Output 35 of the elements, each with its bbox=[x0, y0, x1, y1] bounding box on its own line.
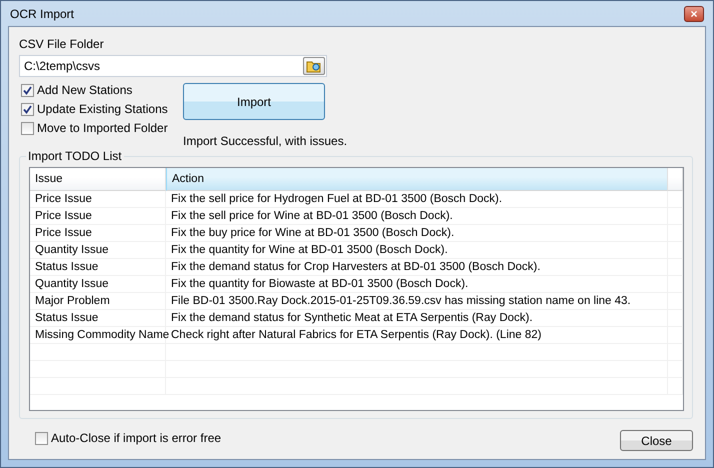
status-text: Import Successful, with issues. bbox=[183, 134, 348, 148]
folder-label: CSV File Folder bbox=[19, 37, 105, 51]
browse-button[interactable] bbox=[303, 57, 325, 75]
folder-field[interactable]: C:\2temp\csvs bbox=[19, 55, 327, 77]
checkbox-label: Update Existing Stations bbox=[37, 102, 168, 116]
table-cell: Price Issue bbox=[30, 225, 166, 242]
checkbox[interactable] bbox=[21, 84, 34, 96]
table-cell: Fix the sell price for Wine at BD-01 3500 (Bosch Dock). bbox=[166, 208, 668, 225]
table-cell: Status Issue bbox=[30, 259, 166, 276]
table-cell: Quantity Issue bbox=[30, 276, 166, 293]
close-button[interactable]: Close bbox=[620, 430, 693, 451]
table-cell: Price Issue bbox=[30, 208, 166, 225]
table-cell: Fix the buy price for Wine at BD-01 3500 (Bosch Dock). bbox=[166, 225, 668, 242]
checkbox[interactable] bbox=[21, 102, 34, 116]
table-cell: Fix the quantity for Biowaste at BD-01 3500 (Bosch Dock). bbox=[166, 276, 668, 293]
column-header[interactable]: Issue bbox=[30, 168, 166, 191]
window-title: OCR Import bbox=[9, 6, 74, 20]
checkbox-label: Add New Stations bbox=[37, 83, 132, 97]
table-cell: Price Issue bbox=[30, 191, 166, 208]
group-title: Import TODO List bbox=[26, 149, 124, 163]
table-cell: File BD-01 3500.Ray Dock.2015-01-25T09.36.59.csv has missing station name on line 43. bbox=[166, 293, 668, 310]
import-button[interactable]: Import bbox=[183, 83, 325, 120]
table-cell: Fix the demand status for Crop Harvesters at BD-01 3500 (Bosch Dock). bbox=[166, 259, 668, 276]
checkbox-label: Auto-Close if import is error free bbox=[51, 431, 222, 445]
checkbox[interactable] bbox=[35, 432, 48, 444]
folder-icon bbox=[306, 59, 322, 73]
table-cell: Fix the quantity for Wine at BD-01 3500 (Bosch Dock). bbox=[166, 242, 668, 259]
table-cell: Major Problem bbox=[30, 293, 166, 310]
table-cell: Fix the demand status for Synthetic Meat at ETA Serpentis (Ray Dock). bbox=[166, 310, 668, 327]
checkbox-label: Move to Imported Folder bbox=[37, 121, 168, 135]
checkbox[interactable] bbox=[21, 122, 34, 134]
table-cell: Quantity Issue bbox=[30, 242, 166, 259]
table-cell: Fix the sell price for Hydrogen Fuel at BD-01 3500 (Bosch Dock). bbox=[166, 191, 668, 208]
table-cell: Status Issue bbox=[30, 310, 166, 327]
column-header[interactable]: Action bbox=[166, 168, 668, 191]
